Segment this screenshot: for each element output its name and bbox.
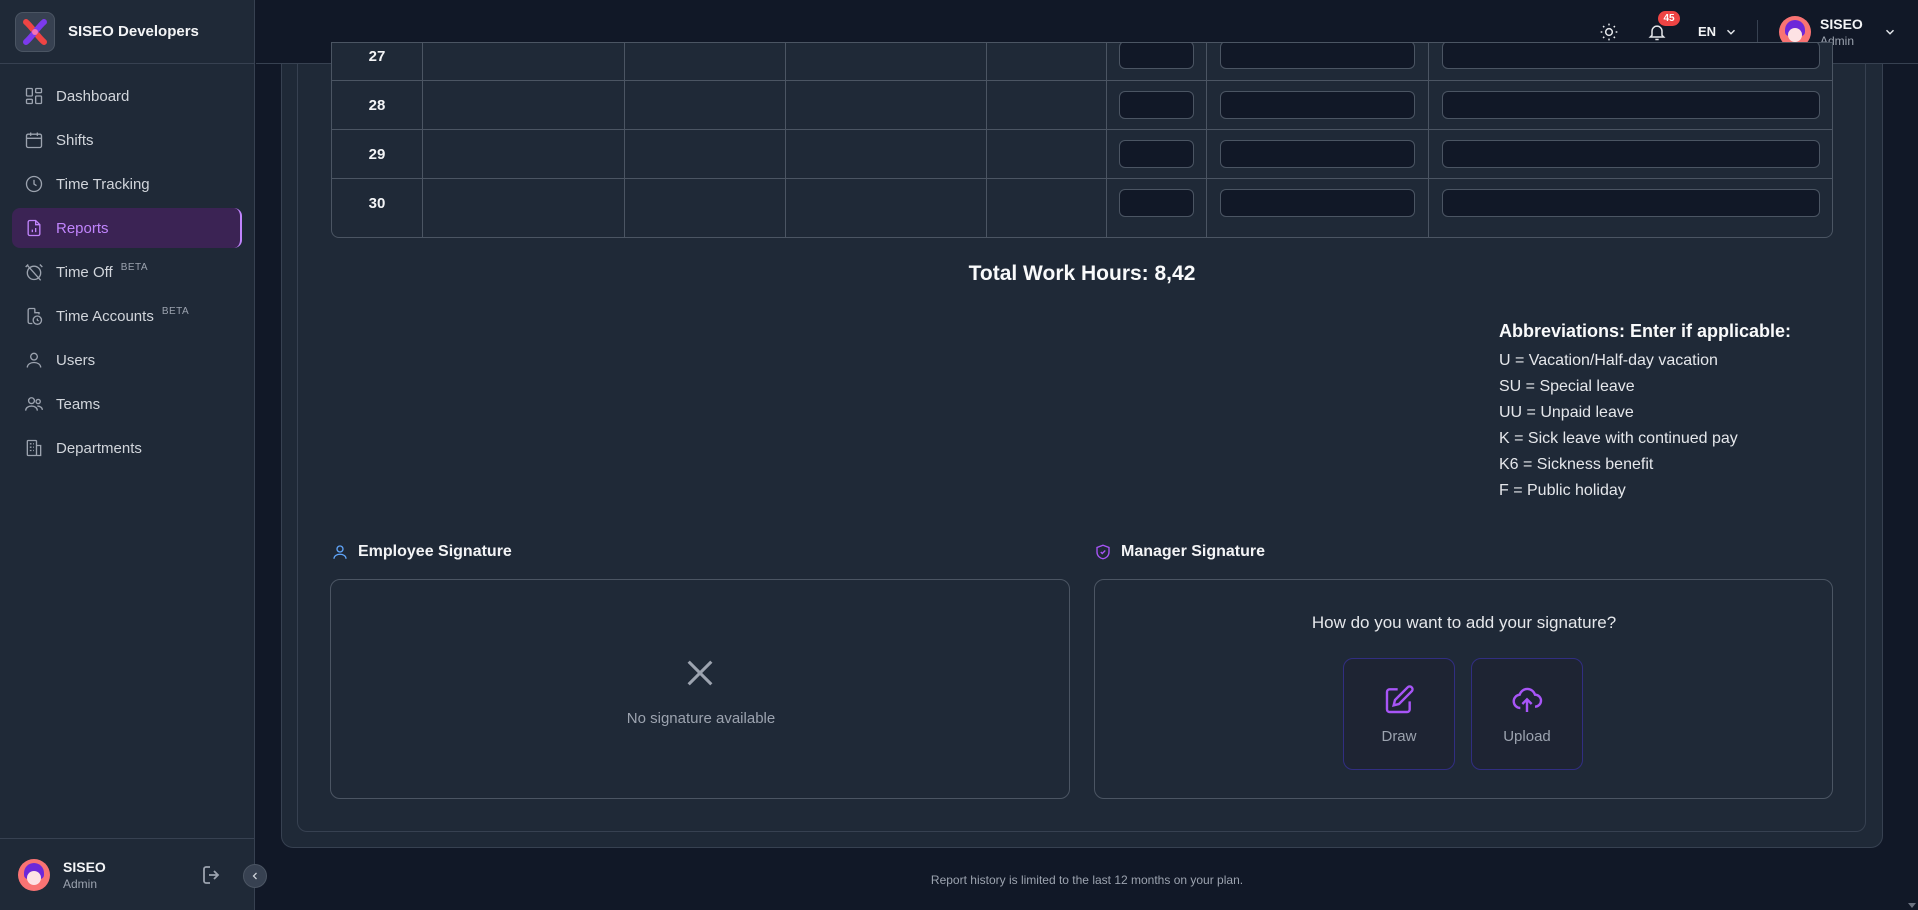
time-input[interactable]: [1119, 91, 1194, 119]
hours-input[interactable]: [1220, 43, 1415, 69]
collapse-sidebar-button[interactable]: [243, 864, 267, 888]
draw-label: Draw: [1381, 727, 1417, 745]
sidebar-item-departments[interactable]: Departments: [12, 428, 242, 468]
file-chart-icon: [27, 219, 41, 237]
sidebar-user-role: Admin: [63, 876, 98, 891]
abbreviation-item: K6 = Sickness benefit: [1499, 456, 1654, 473]
time-input[interactable]: [1119, 43, 1194, 69]
building-icon: [26, 439, 42, 457]
notification-badge: 45: [1658, 11, 1680, 26]
dashboard-icon: [25, 87, 43, 105]
abbreviation-item: U = Vacation/Half-day vacation: [1499, 352, 1718, 369]
users-icon: [25, 397, 43, 411]
sidebar-item-shifts[interactable]: Shifts: [12, 120, 242, 160]
time-input[interactable]: [1119, 140, 1194, 168]
sidebar-nav: Dashboard Shifts Time Tracking Reports T…: [0, 64, 254, 468]
logout-icon[interactable]: [200, 863, 224, 887]
abbreviation-item: UU = Unpaid leave: [1499, 404, 1634, 421]
calendar-icon: [25, 132, 43, 149]
total-work-hours: Total Work Hours: 8,42: [968, 262, 1196, 285]
chevron-down-icon: [1885, 29, 1894, 35]
employee-signature-heading: Employee Signature: [331, 543, 512, 561]
abbreviations-title: Abbreviations: Enter if applicable:: [1499, 321, 1792, 341]
sidebar-item-time-accounts[interactable]: Time Accounts BETA: [12, 296, 242, 336]
sidebar-item-label: Time Off: [56, 263, 113, 281]
sidebar-item-label: Time Accounts: [56, 307, 154, 325]
notes-input[interactable]: [1442, 91, 1820, 119]
abbreviation-item: K = Sick leave with continued pay: [1499, 430, 1738, 447]
abbreviation-item: SU = Special leave: [1499, 378, 1635, 395]
day-cell: 27: [368, 48, 386, 65]
notes-input[interactable]: [1442, 189, 1820, 217]
sidebar-item-users[interactable]: Users: [12, 340, 242, 380]
sidebar-item-reports[interactable]: Reports: [12, 208, 242, 248]
shield-check-icon: [1096, 544, 1110, 560]
edit-icon: [1385, 684, 1414, 713]
sidebar-user-name: SISEO: [63, 858, 106, 875]
sidebar-footer: SISEO Admin: [0, 838, 255, 910]
manager-signature-heading: Manager Signature: [1094, 543, 1265, 561]
scroll-down-arrow[interactable]: [1908, 903, 1916, 908]
sun-icon[interactable]: [1599, 22, 1619, 42]
signature-question: How do you want to add your signature?: [1311, 613, 1617, 632]
sidebar-item-teams[interactable]: Teams: [12, 384, 242, 424]
table-row: 30: [332, 179, 1832, 228]
upload-label: Upload: [1503, 727, 1551, 745]
abbreviations-legend: Abbreviations: Enter if applicable: U = …: [1499, 321, 1791, 504]
report-history-note: Report history is limited to the last 12…: [930, 873, 1244, 887]
language-select[interactable]: EN: [1698, 24, 1738, 39]
brand[interactable]: SISEO Developers: [0, 0, 254, 64]
brand-name: SISEO Developers: [68, 23, 199, 40]
notes-input[interactable]: [1442, 43, 1820, 69]
sidebar-item-label: Users: [56, 351, 96, 369]
day-cell: 30: [368, 195, 386, 212]
table-row: 29: [332, 130, 1832, 179]
sidebar-item-dashboard[interactable]: Dashboard: [12, 76, 242, 116]
hours-input[interactable]: [1220, 189, 1415, 217]
sidebar-item-label: Dashboard: [56, 87, 130, 105]
table-row: 28: [332, 81, 1832, 130]
abbreviation-item: F = Public holiday: [1499, 482, 1626, 499]
manager-signature-title: Manager Signature: [1121, 543, 1266, 560]
sidebar-item-label: Departments: [56, 439, 142, 457]
close-icon: [687, 660, 713, 686]
no-signature-text: No signature available: [626, 710, 776, 727]
user-icon: [333, 545, 347, 559]
day-cell: 28: [368, 97, 386, 114]
employee-signature-box: No signature available: [330, 579, 1070, 799]
hours-input[interactable]: [1220, 140, 1415, 168]
sidebar-item-time-off[interactable]: Time Off BETA: [12, 252, 242, 292]
sidebar-user: SISEO Admin: [63, 859, 106, 891]
beta-badge: BETA: [120, 261, 149, 273]
table-row: 27: [332, 43, 1832, 81]
sidebar: SISEO Developers Dashboard Shifts Time T…: [0, 0, 255, 910]
employee-signature-title: Employee Signature: [358, 543, 512, 560]
chevron-left-icon: [252, 872, 257, 880]
notes-input[interactable]: [1442, 140, 1820, 168]
cloud-upload-icon: [1512, 687, 1543, 712]
sidebar-item-label: Teams: [56, 395, 101, 413]
clock-icon: [25, 175, 43, 193]
sidebar-item-label: Time Tracking: [56, 175, 150, 193]
user-icon: [26, 352, 42, 368]
avatar[interactable]: [18, 858, 50, 891]
manager-signature-box: How do you want to add your signature? D…: [1094, 579, 1833, 799]
alarm-off-icon: [25, 264, 43, 281]
draw-signature-button[interactable]: Draw: [1343, 658, 1455, 770]
clock-file-icon: [27, 307, 43, 325]
sidebar-item-label: Reports: [56, 219, 109, 237]
beta-badge: BETA: [161, 305, 190, 317]
sidebar-item-time-tracking[interactable]: Time Tracking: [12, 164, 242, 204]
time-input[interactable]: [1119, 189, 1194, 217]
hours-input[interactable]: [1220, 91, 1415, 119]
language-label: EN: [1698, 24, 1717, 39]
sidebar-item-label: Shifts: [56, 131, 94, 149]
day-cell: 29: [368, 146, 386, 163]
upload-signature-button[interactable]: Upload: [1471, 658, 1583, 770]
brand-logo-icon: [15, 11, 55, 52]
timesheet-table: 27 28 29 30: [331, 42, 1833, 238]
chevron-down-icon: [1727, 29, 1736, 35]
topbar-user-name: SISEO: [1820, 16, 1863, 32]
